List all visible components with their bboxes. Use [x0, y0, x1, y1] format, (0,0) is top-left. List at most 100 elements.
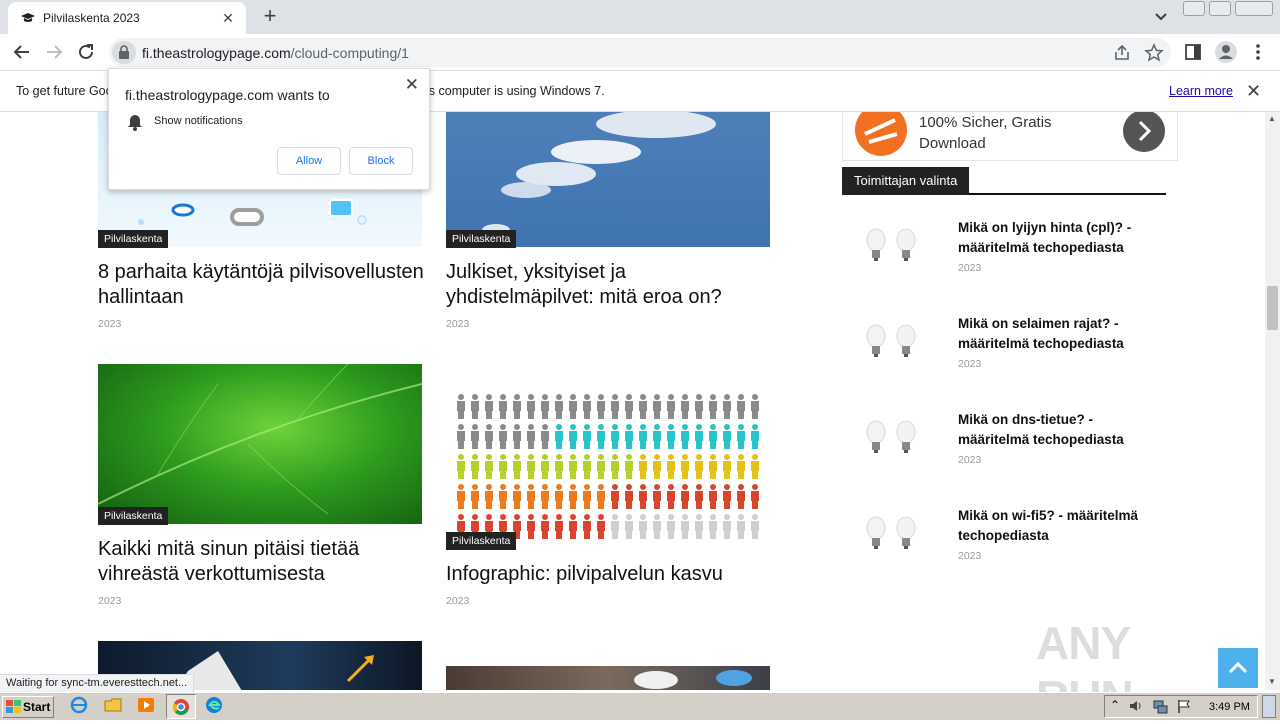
sidebar-item[interactable]: Mikä on dns-tietue? - määritelmä techope… [858, 410, 1168, 490]
infographic-person [527, 484, 535, 509]
article-title[interactable]: Julkiset, yksityiset ja yhdistelmäpilvet… [446, 260, 776, 310]
category-badge[interactable]: Pilvilaskenta [98, 230, 169, 248]
notification-permission-dialog: fi.theastrologypage.com wants to ✕ Show … [108, 68, 430, 190]
taskbar-chrome-button[interactable] [166, 694, 196, 719]
start-button[interactable]: Start [2, 696, 54, 718]
ad-line-2: Download [919, 135, 986, 152]
start-label: Start [23, 700, 51, 714]
address-bar[interactable]: fi.theastrologypage.com/cloud-computing/… [109, 38, 1171, 67]
infographic-person [723, 484, 731, 509]
scrollbar-thumb[interactable] [1267, 286, 1278, 330]
network-icon[interactable] [1152, 698, 1168, 714]
article-thumbnail[interactable] [98, 364, 422, 524]
category-badge[interactable]: Pilvilaskenta [446, 532, 517, 550]
profile-icon[interactable] [1214, 40, 1238, 64]
article-year: 2023 [446, 595, 470, 607]
chevron-down-icon[interactable] [1150, 7, 1172, 27]
tray-expand-icon[interactable]: ⌃ [1110, 698, 1120, 712]
infographic-person [485, 454, 493, 479]
infographic-person [569, 514, 577, 539]
infographic-person [653, 424, 661, 449]
infographic-person [751, 484, 759, 509]
sidebar-item[interactable]: Mikä on lyijyn hinta (cpl)? - määritelmä… [858, 218, 1168, 298]
learn-more-link[interactable]: Learn more [1169, 84, 1233, 98]
sidebar-ad[interactable]: 100% Sicher, Gratis Download [842, 112, 1178, 161]
article-year: 2023 [98, 318, 122, 330]
edge-icon[interactable] [205, 696, 223, 714]
scroll-up-icon[interactable]: ▲ [1268, 114, 1276, 123]
reload-icon[interactable] [74, 40, 98, 64]
site-info-button[interactable] [112, 41, 136, 64]
category-badge[interactable]: Pilvilaskenta [98, 507, 169, 525]
sidebar-item[interactable]: Mikä on wi-fi5? - määritelmä techopedias… [858, 506, 1168, 586]
scroll-down-icon[interactable]: ▼ [1268, 677, 1276, 686]
page-scrollbar[interactable]: ▲ ▼ [1265, 112, 1280, 690]
sidepanel-icon[interactable] [1183, 42, 1203, 62]
infographic-person [667, 424, 675, 449]
article-title[interactable]: 8 parhaita käytäntöjä pilvisovellusten h… [98, 260, 448, 310]
star-icon[interactable] [1144, 43, 1164, 63]
dialog-origin: fi.theastrologypage.com wants to [125, 87, 330, 103]
back-icon[interactable] [10, 40, 34, 64]
infographic-person [709, 424, 717, 449]
close-icon[interactable]: ✕ [1246, 81, 1261, 102]
page-content: Pilvilaskenta 8 parhaita käytäntöjä pilv… [0, 112, 1265, 690]
lightbulbs-image [866, 324, 916, 357]
infographic-person [541, 484, 549, 509]
article-title[interactable]: Infographic: pilvipalvelun kasvu [446, 562, 776, 587]
allow-button[interactable]: Allow [277, 147, 341, 175]
sidebar-item-title[interactable]: Mikä on lyijyn hinta (cpl)? - määritelmä… [958, 218, 1158, 258]
article-title[interactable]: Kaikki mitä sinun pitäisi tietää vihreäs… [98, 537, 438, 587]
more-icon[interactable] [1248, 42, 1268, 62]
tab-strip: Pilvilaskenta 2023 ✕ + [0, 0, 1280, 34]
infographic-person [569, 424, 577, 449]
close-icon[interactable]: ✕ [218, 8, 238, 28]
sidebar-item-title[interactable]: Mikä on wi-fi5? - määritelmä techopedias… [958, 506, 1158, 546]
article-thumbnail[interactable] [446, 382, 770, 552]
share-icon[interactable] [1112, 43, 1132, 63]
sidebar-item[interactable]: Mikä on selaimen rajat? - määritelmä tec… [858, 314, 1168, 394]
infographic-person [485, 394, 493, 419]
infographic-person [667, 454, 675, 479]
infographic-person [611, 484, 619, 509]
block-button[interactable]: Block [349, 147, 413, 175]
infographic-person [681, 454, 689, 479]
minimize-button[interactable] [1183, 1, 1205, 16]
article-thumbnail[interactable] [446, 112, 770, 247]
forward-icon[interactable] [42, 40, 66, 64]
taskbar-clock[interactable]: 3:49 PM [1209, 701, 1250, 713]
sidebar-item-title[interactable]: Mikä on dns-tietue? - määritelmä techope… [958, 410, 1158, 450]
infographic-person [681, 424, 689, 449]
media-player-icon[interactable] [137, 696, 155, 714]
close-icon[interactable]: ✕ [405, 75, 419, 95]
internet-explorer-icon[interactable] [70, 696, 88, 714]
sidebar-item-title[interactable]: Mikä on selaimen rajat? - määritelmä tec… [958, 314, 1158, 354]
infographic-person [555, 454, 563, 479]
tab-active[interactable]: Pilvilaskenta 2023 ✕ [8, 2, 246, 34]
cloud-meeting-image [634, 670, 752, 689]
category-badge[interactable]: Pilvilaskenta [446, 230, 517, 248]
infographic-person [653, 454, 661, 479]
infographic-person [723, 514, 731, 539]
dialog-permission: Show notifications [154, 115, 243, 127]
infographic-person [541, 424, 549, 449]
article-thumbnail[interactable] [446, 666, 770, 690]
flag-icon[interactable] [1176, 698, 1192, 714]
infographic-person [723, 424, 731, 449]
infographic-person [527, 424, 535, 449]
folder-icon[interactable] [104, 696, 122, 714]
tab-title: Pilvilaskenta 2023 [43, 11, 140, 25]
ad-arrow-button[interactable] [1122, 112, 1166, 153]
plus-icon[interactable]: + [258, 5, 282, 29]
infographic-person [569, 454, 577, 479]
show-desktop-button[interactable] [1262, 695, 1276, 718]
lightbulbs-image [866, 516, 916, 549]
infographic-person [597, 484, 605, 509]
volume-icon[interactable] [1128, 698, 1144, 714]
infographic-person [513, 394, 521, 419]
infographic-person [457, 424, 465, 449]
maximize-button[interactable] [1209, 1, 1231, 16]
infographic-person [457, 454, 465, 479]
infographic-person [513, 424, 521, 449]
window-close-button[interactable] [1235, 1, 1273, 16]
